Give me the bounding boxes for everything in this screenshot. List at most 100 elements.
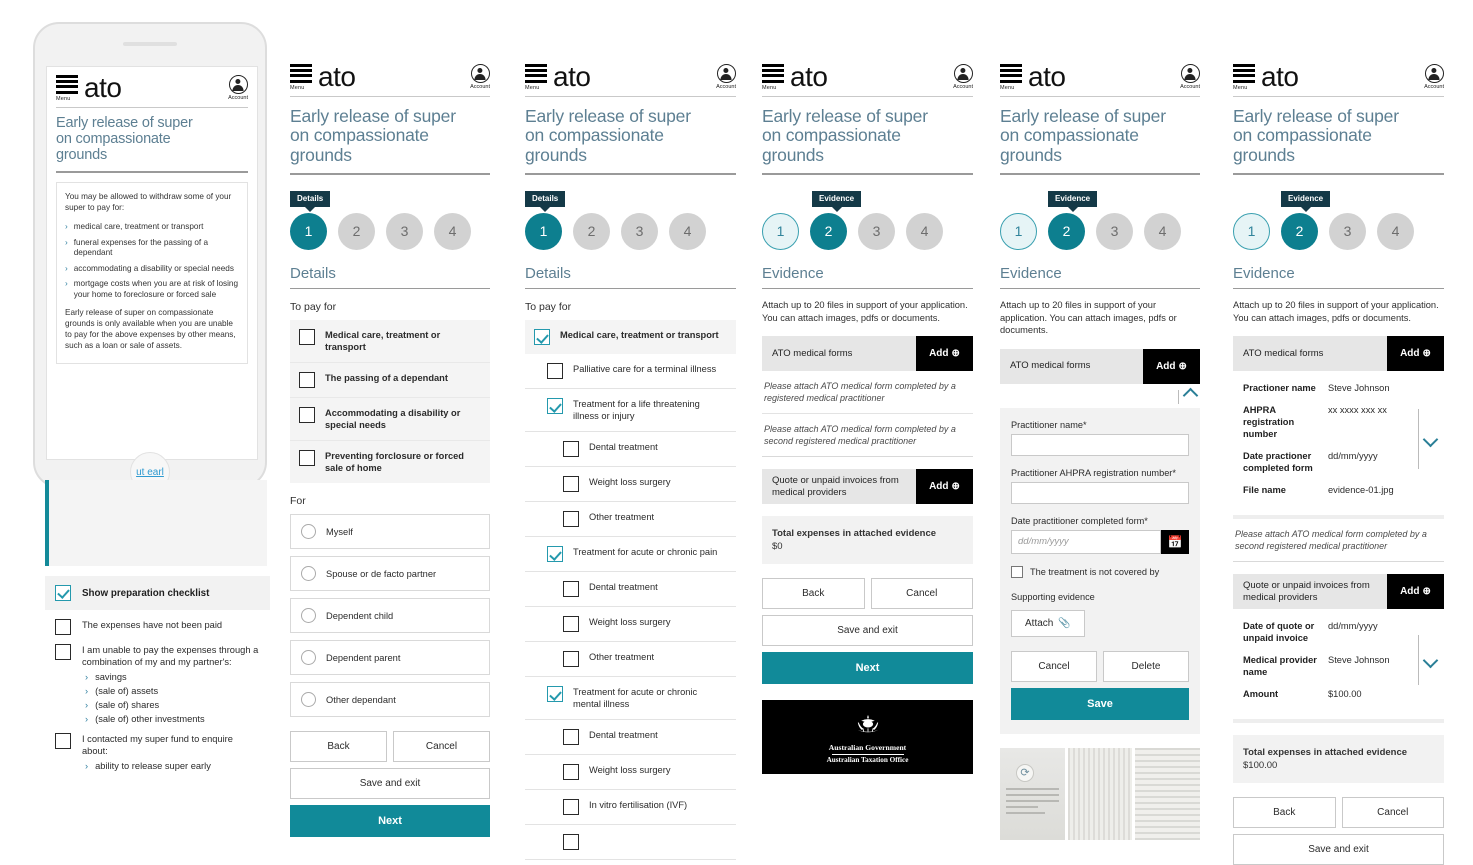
back-button[interactable]: Back: [1233, 797, 1336, 829]
step-3[interactable]: 3: [858, 212, 895, 250]
table-row[interactable]: Medical care, treatment or transport: [290, 320, 490, 364]
ahpra-number-input[interactable]: [1011, 481, 1189, 504]
checkbox-treatment-5[interactable]: [563, 511, 579, 528]
table-row[interactable]: Treatment for a life threatening illness…: [525, 389, 736, 433]
checkbox-treatment-14[interactable]: [563, 834, 579, 851]
step-2[interactable]: 2: [573, 212, 610, 250]
add-button[interactable]: Add ⊕: [1387, 574, 1444, 610]
calendar-icon[interactable]: 📅: [1161, 529, 1189, 554]
cancel-button[interactable]: Cancel: [393, 731, 490, 763]
cancel-button[interactable]: Cancel: [1011, 650, 1097, 682]
step-4[interactable]: 4: [434, 212, 471, 250]
collapse-toggle[interactable]: [1000, 384, 1200, 406]
add-button[interactable]: Add ⊕: [916, 336, 973, 372]
save-and-exit-button[interactable]: Save and exit: [290, 768, 490, 800]
accordion-ato-medical-forms[interactable]: ATO medical forms Add ⊕: [762, 336, 973, 372]
checkbox-contacted-fund[interactable]: [55, 733, 71, 749]
add-button[interactable]: Add ⊕: [1387, 336, 1444, 372]
checkbox-medical-care[interactable]: [299, 329, 315, 346]
accordion-ato-medical-forms[interactable]: ATO medical forms Add ⊕: [1000, 348, 1200, 384]
table-row[interactable]: The passing of a dependant: [290, 363, 490, 399]
save-button[interactable]: Save: [1011, 687, 1189, 720]
checkbox-treatment-8[interactable]: [563, 616, 579, 633]
table-row[interactable]: In vitro fertilisation (IVF): [525, 790, 736, 826]
menu-icon[interactable]: Menu: [525, 64, 547, 91]
checkbox-treatment-13[interactable]: [563, 799, 579, 816]
step-1[interactable]: 1: [762, 212, 799, 250]
step-1[interactable]: 1: [290, 212, 327, 250]
menu-icon[interactable]: Menu: [290, 64, 312, 91]
account-button[interactable]: Account: [953, 64, 973, 90]
accordion-quote-invoices[interactable]: Quote or unpaid invoices from medical pr…: [762, 469, 973, 505]
cancel-button[interactable]: Cancel: [1341, 797, 1444, 829]
ato-brand[interactable]: Menu ato: [1233, 63, 1299, 91]
add-button[interactable]: Add ⊕: [916, 469, 973, 505]
not-covered-checkbox-row[interactable]: The treatment is not covered by: [1011, 565, 1189, 578]
checkbox-treatment-0[interactable]: [534, 329, 550, 346]
checkbox-treatment-3[interactable]: [563, 441, 579, 458]
checkbox-treatment-6[interactable]: [547, 546, 563, 563]
table-row[interactable]: Dental treatment: [525, 720, 736, 756]
step-3[interactable]: 3: [621, 212, 658, 250]
date-completed-input[interactable]: dd/mm/yyyy: [1011, 529, 1161, 554]
checkbox-treatment-2[interactable]: [547, 398, 563, 415]
step-2[interactable]: 2: [338, 212, 375, 250]
practitioner-name-input[interactable]: [1011, 433, 1189, 456]
checkbox-treatment-7[interactable]: [563, 581, 579, 598]
table-row[interactable]: Accommodating a disability or special ne…: [290, 398, 490, 442]
checkbox-not-covered[interactable]: [1011, 565, 1023, 578]
checklist-header-row[interactable]: Show preparation checklist: [45, 576, 270, 610]
table-row[interactable]: Weight loss surgery: [525, 755, 736, 791]
list-item[interactable]: The expenses have not been paid: [45, 610, 270, 635]
account-button[interactable]: Account: [716, 64, 736, 90]
list-item[interactable]: I am unable to pay the expenses through …: [45, 635, 270, 668]
table-row[interactable]: Weight loss surgery: [525, 467, 736, 503]
ato-brand[interactable]: Menu ato: [56, 74, 122, 102]
table-row[interactable]: [525, 825, 736, 861]
ato-brand[interactable]: Menu ato: [290, 63, 356, 91]
cancel-button[interactable]: Cancel: [870, 578, 973, 610]
table-row[interactable]: Treatment for acute or chronic pain: [525, 537, 736, 573]
list-item[interactable]: I contacted my super fund to enquire abo…: [45, 724, 270, 757]
menu-icon[interactable]: Menu: [762, 64, 784, 91]
ato-brand[interactable]: Menu ato: [525, 63, 591, 91]
table-row[interactable]: Medical care, treatment or transport: [525, 320, 736, 355]
step-4[interactable]: 4: [906, 212, 943, 250]
checkbox-show-checklist[interactable]: [55, 585, 71, 601]
account-button[interactable]: Account: [1180, 64, 1200, 90]
menu-icon[interactable]: Menu: [1000, 64, 1022, 91]
radio-dependent-child[interactable]: Dependent child: [290, 598, 490, 634]
table-row[interactable]: Weight loss surgery: [525, 607, 736, 643]
step-4[interactable]: 4: [1377, 212, 1414, 250]
chevron-down-icon[interactable]: [1422, 431, 1439, 448]
chevron-down-icon[interactable]: [1422, 652, 1439, 669]
attach-button[interactable]: Attach 📎: [1011, 609, 1085, 637]
step-3[interactable]: 3: [386, 212, 423, 250]
checkbox-treatment-10[interactable]: [547, 686, 563, 703]
step-4[interactable]: 4: [669, 212, 706, 250]
radio-myself[interactable]: Myself: [290, 514, 490, 550]
table-row[interactable]: Other treatment: [525, 502, 736, 538]
step-3[interactable]: 3: [1329, 212, 1366, 250]
next-button[interactable]: Next: [762, 652, 973, 685]
table-row[interactable]: Palliative care for a terminal illness: [525, 354, 736, 390]
radio-other-dependant[interactable]: Other dependant: [290, 682, 490, 718]
accordion-quote-invoices[interactable]: Quote or unpaid invoices from medical pr…: [1233, 574, 1444, 610]
back-button[interactable]: Back: [762, 578, 865, 610]
save-and-exit-button[interactable]: Save and exit: [1233, 834, 1444, 865]
checkbox-treatment-1[interactable]: [547, 363, 563, 380]
next-button[interactable]: Next: [290, 805, 490, 838]
step-3[interactable]: 3: [1096, 212, 1133, 250]
ato-brand[interactable]: Menu ato: [762, 63, 828, 91]
checkbox-foreclosure[interactable]: [299, 450, 315, 467]
checkbox-treatment-4[interactable]: [563, 476, 579, 493]
menu-icon[interactable]: Menu: [56, 75, 78, 102]
table-row[interactable]: Dental treatment: [525, 572, 736, 608]
checkbox-expenses-not-paid[interactable]: [55, 619, 71, 635]
step-4[interactable]: 4: [1144, 212, 1181, 250]
account-button[interactable]: Account: [470, 64, 490, 90]
account-button[interactable]: Account: [1424, 64, 1444, 90]
ato-brand[interactable]: Menu ato: [1000, 63, 1066, 91]
checkbox-passing-dependant[interactable]: [299, 372, 315, 389]
step-2[interactable]: 2: [1281, 212, 1318, 250]
